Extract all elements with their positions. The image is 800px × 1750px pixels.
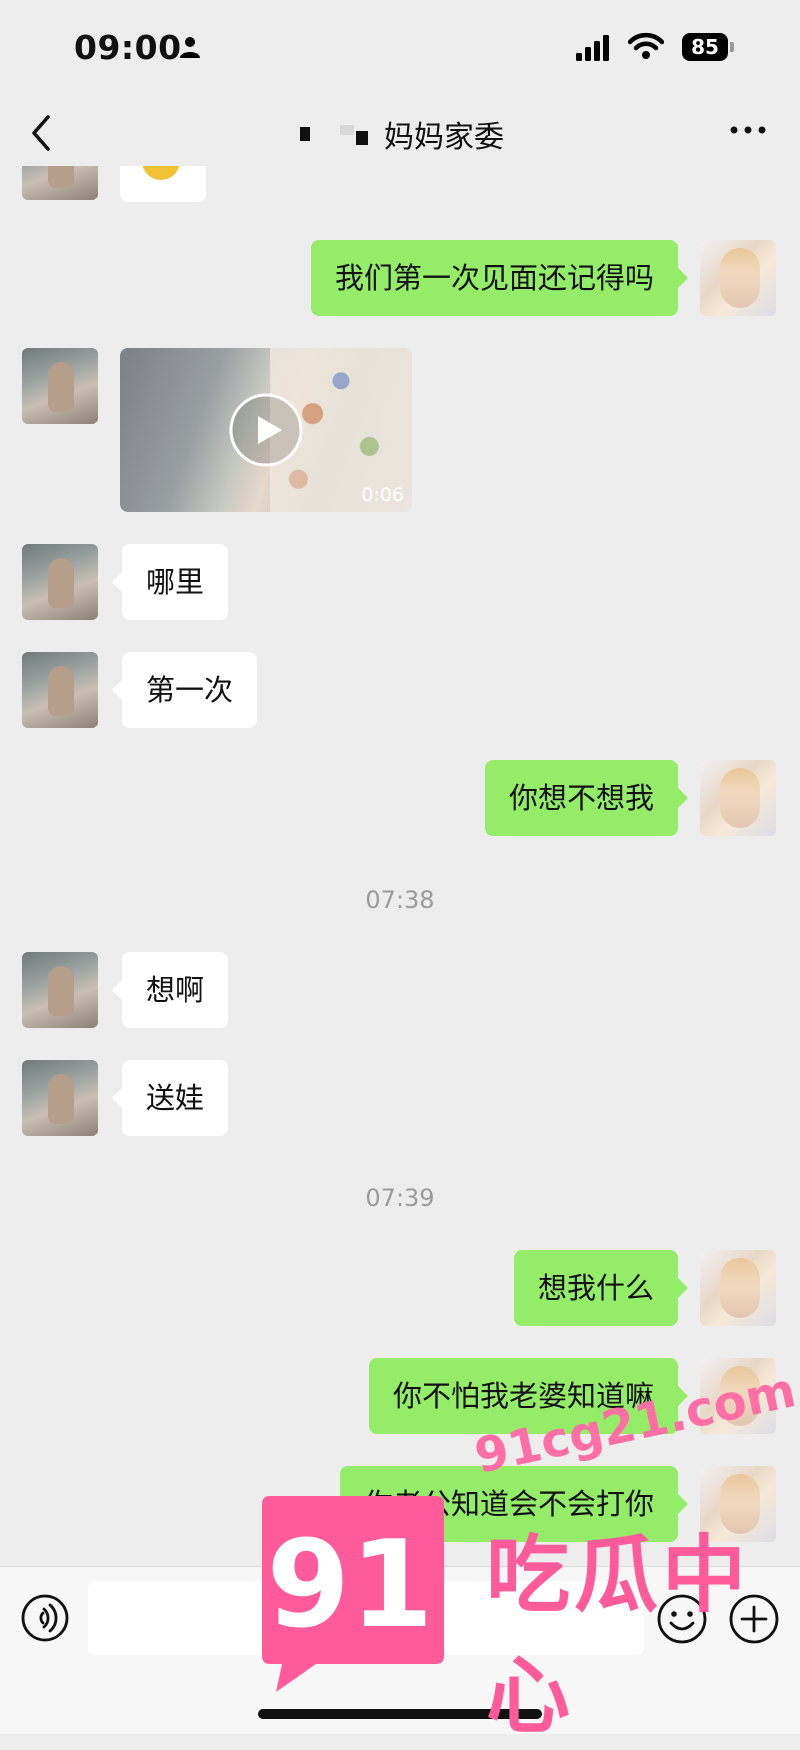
censor-block (340, 125, 354, 135)
battery-tip (730, 42, 734, 52)
my-message-bubble[interactable]: 你想不想我 (484, 760, 689, 836)
friend-avatar[interactable] (22, 348, 98, 424)
chat-messages[interactable]: 我们第一次见面还记得吗 0:06 哪里 第一次 你想不想我 07:38 想啊 送… (0, 166, 800, 1566)
watermark-logo: 91 (262, 1496, 444, 1692)
chat-title: 妈妈家委 (384, 120, 504, 155)
wifi-icon (628, 32, 664, 59)
friend-message-bubble[interactable]: 哪里 (111, 544, 229, 620)
watermark-number: 91 (267, 1516, 434, 1655)
my-avatar[interactable] (700, 760, 776, 836)
my-avatar[interactable] (700, 240, 776, 316)
my-message-bubble[interactable]: 想我什么 (513, 1250, 689, 1326)
back-icon[interactable] (26, 113, 56, 153)
person-icon (180, 37, 200, 58)
signal-icon (576, 35, 609, 61)
play-icon[interactable] (228, 392, 304, 468)
emoji-message[interactable] (120, 166, 206, 202)
message-timestamp: 07:38 (365, 886, 435, 914)
video-message[interactable]: 0:06 (120, 348, 412, 512)
friend-avatar[interactable] (22, 544, 98, 620)
friend-avatar[interactable] (22, 166, 98, 200)
status-time: 09:00 (74, 28, 182, 67)
friend-avatar[interactable] (22, 952, 98, 1028)
censor-block (300, 127, 310, 141)
voice-icon[interactable] (20, 1593, 70, 1643)
friend-message-bubble[interactable]: 想啊 (111, 952, 229, 1028)
watermark-brand: 吃瓜中心 (486, 1526, 751, 1745)
friend-message-bubble[interactable]: 送娃 (111, 1060, 229, 1136)
status-bar: 09:00 85 (0, 0, 800, 96)
censor-block (356, 131, 368, 145)
message-timestamp: 07:39 (365, 1184, 435, 1212)
friend-avatar[interactable] (22, 1060, 98, 1136)
friend-avatar[interactable] (22, 652, 98, 728)
battery-indicator: 85 (682, 33, 728, 61)
my-avatar[interactable] (700, 1250, 776, 1326)
video-duration: 0:06 (361, 484, 404, 506)
friend-message-bubble[interactable]: 第一次 (111, 652, 258, 728)
emoji-icon (142, 166, 180, 180)
my-message-bubble[interactable]: 我们第一次见面还记得吗 (310, 240, 689, 316)
more-icon[interactable] (728, 118, 768, 142)
